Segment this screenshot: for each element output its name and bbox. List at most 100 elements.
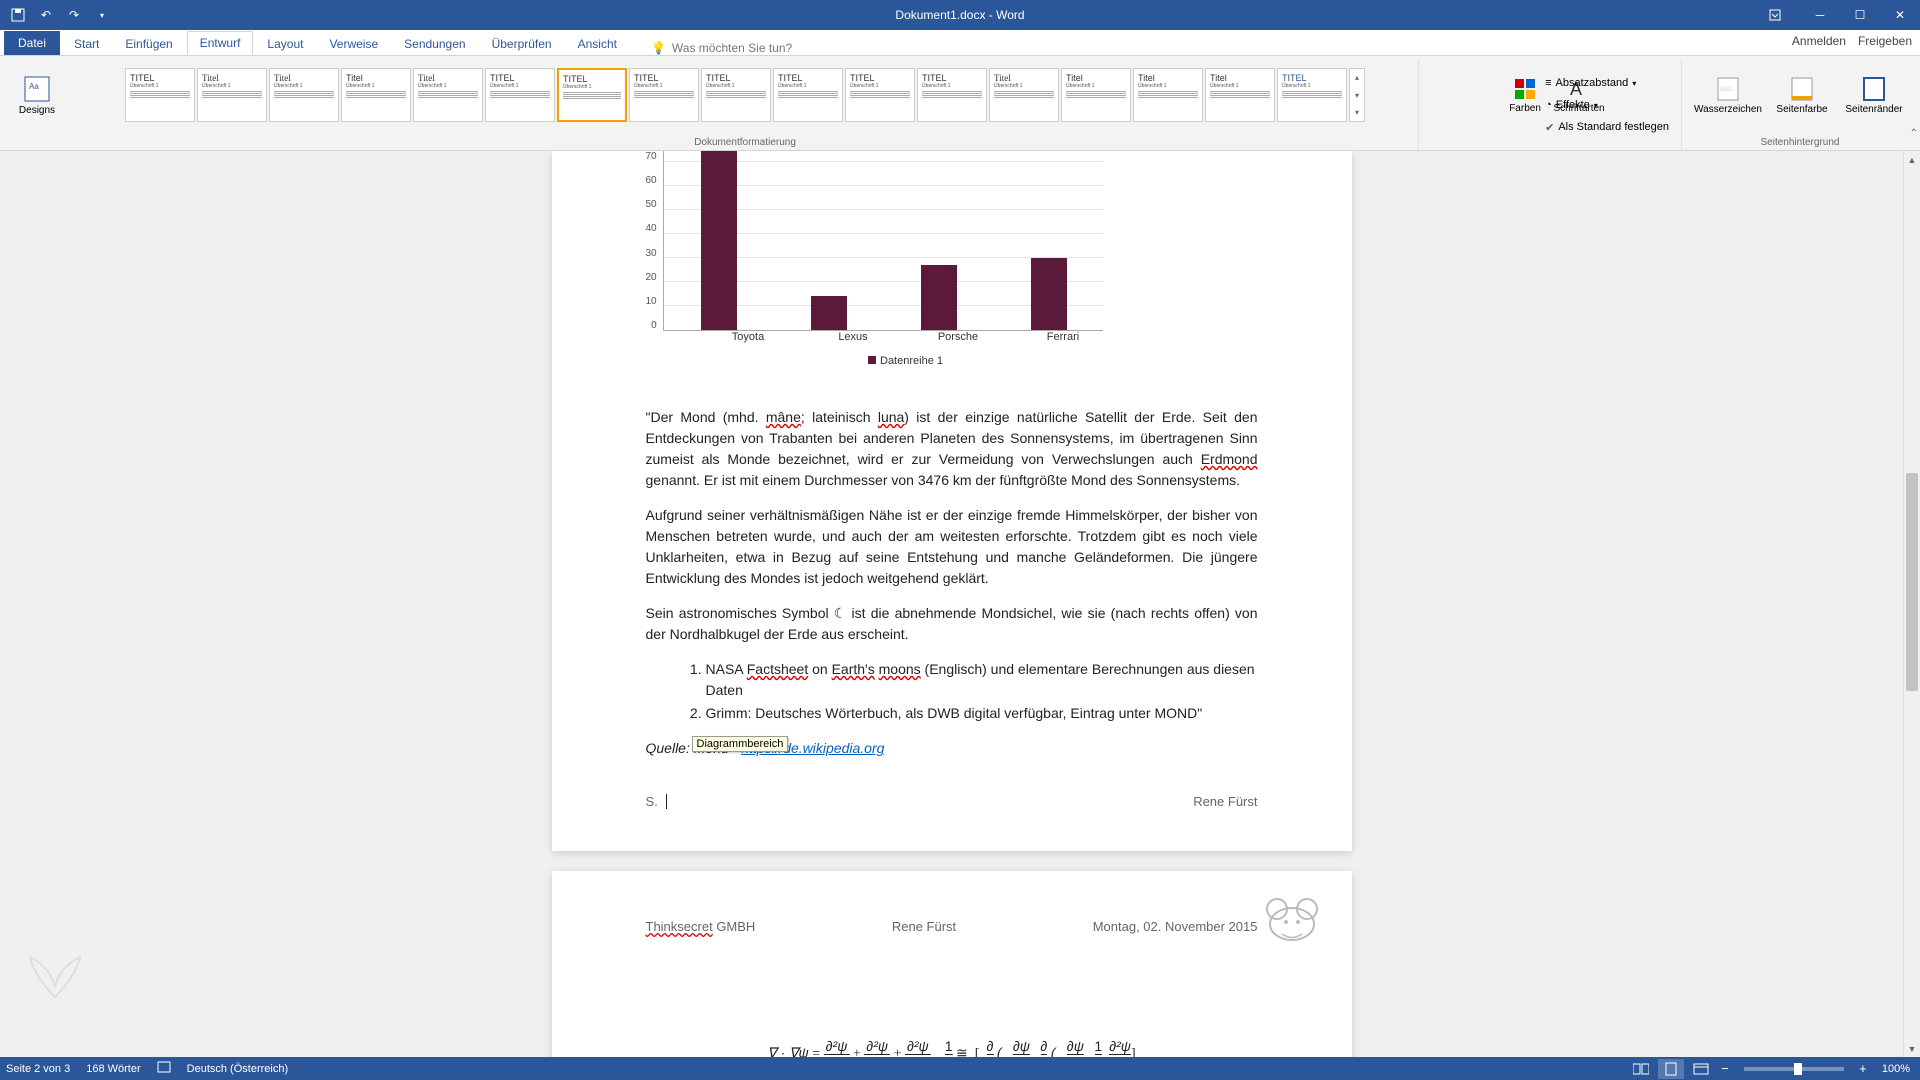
equation[interactable]: ∇ · ∇ψ = ∂²ψ∂x² + ∂²ψ∂y² + ∂²ψ∂z² 1 ≅ [ … [767,1038,1135,1057]
scroll-up-button[interactable]: ▲ [1904,151,1920,168]
collapse-ribbon-icon[interactable]: ⌃ [1910,128,1918,139]
theme-thumb[interactable]: TITELÜberschrift 1 [917,68,987,122]
spell-error[interactable]: Factsheet [747,661,808,677]
signin-link[interactable]: Anmelden [1792,34,1846,48]
spell-error[interactable]: moons [879,661,921,677]
tab-file[interactable]: Datei [4,31,60,55]
theme-thumb[interactable]: TitelÜberschrift 1 [1133,68,1203,122]
chart-bar[interactable] [701,151,737,330]
page-borders-button[interactable]: Seitenränder [1840,60,1908,130]
theme-thumb[interactable]: TitelÜberschrift 1 [269,68,339,122]
themes-gallery[interactable]: TITELÜberschrift 1TitelÜberschrift 1Tite… [125,60,1365,130]
tab-view[interactable]: Ansicht [566,33,629,55]
close-button[interactable]: ✕ [1880,0,1920,30]
set-default-button[interactable]: ✔Als Standard festlegen [1539,116,1675,138]
paragraph-2[interactable]: Aufgrund seiner verhältnismäßigen Nähe i… [646,505,1258,589]
minimize-button[interactable]: ─ [1800,0,1840,30]
designs-button[interactable]: Aa Designs [12,60,62,130]
maximize-button[interactable]: ☐ [1840,0,1880,30]
paragraph-spacing-button[interactable]: ≡Absatzabstand ▾ [1539,72,1675,94]
status-word-count[interactable]: 168 Wörter [86,1063,140,1075]
redo-icon[interactable]: ↷ [62,4,86,26]
text: genannt. Er ist mit einem Durchmesser vo… [646,472,1241,488]
spell-error[interactable]: Erdmond [1201,451,1258,467]
paragraph-1[interactable]: "Der Mond (mhd. mâne; lateinisch luna) i… [646,407,1258,491]
vertical-scrollbar[interactable]: ▲ ▼ [1903,151,1920,1057]
gallery-scroll[interactable]: ▴▾▾ [1349,68,1365,122]
check-icon: ✔ [1545,121,1554,134]
gallery-up-icon[interactable]: ▴ [1350,69,1364,86]
theme-thumb[interactable]: TITELÜberschrift 1 [629,68,699,122]
status-page[interactable]: Seite 2 von 3 [6,1063,70,1075]
tab-insert[interactable]: Einfügen [113,33,184,55]
chart-bar[interactable] [811,296,847,330]
theme-thumb[interactable]: TitelÜberschrift 1 [1061,68,1131,122]
effects-button[interactable]: ◔Effekte ▾ [1539,94,1675,116]
theme-thumb[interactable]: TITELÜberschrift 1 [845,68,915,122]
page-header[interactable]: Thinksecret GMBH Rene Fürst Montag, 02. … [646,919,1258,934]
tab-start[interactable]: Start [62,33,111,55]
page-1[interactable]: 706050403020100 ToyotaLexusPorscheFerrar… [552,151,1352,851]
share-button[interactable]: Freigeben [1858,34,1912,48]
theme-thumb[interactable]: TitelÜberschrift 1 [341,68,411,122]
proofing-icon[interactable] [157,1060,171,1077]
tell-me[interactable]: 💡 Was möchten Sie tun? [631,41,792,55]
scrollbar-track[interactable] [1904,168,1920,1040]
tab-design[interactable]: Entwurf [187,31,254,55]
mouse-logo-image [1262,889,1322,944]
numbered-list[interactable]: NASA Factsheet on Earth's moons (Englisc… [706,659,1258,724]
tab-layout[interactable]: Layout [255,33,315,55]
theme-thumb[interactable]: TitelÜberschrift 1 [989,68,1059,122]
page-2[interactable]: Thinksecret GMBH Rene Fürst Montag, 02. … [552,871,1352,1057]
svg-text:Aa: Aa [29,82,39,91]
list-item[interactable]: Grimm: Deutsches Wörterbuch, als DWB dig… [706,703,1258,724]
chart-bar[interactable] [921,265,957,330]
ribbon-display-options [1760,0,1790,30]
qat-customize-icon[interactable]: ▾ [90,4,114,26]
zoom-in-button[interactable]: + [1856,1061,1870,1076]
tab-mailings[interactable]: Sendungen [392,33,477,55]
theme-thumb[interactable]: TITELÜberschrift 1 [485,68,555,122]
paragraph-3[interactable]: Sein astronomisches Symbol ☾ ist die abn… [646,603,1258,645]
undo-icon[interactable]: ↶ [34,4,58,26]
group-colors-fonts: Farben A Schriftarten ≡Absatzabstand ▾ ◔… [1423,60,1682,150]
zoom-slider-thumb[interactable] [1794,1063,1802,1075]
print-layout-icon[interactable] [1658,1059,1684,1079]
theme-thumb[interactable]: TITELÜberschrift 1 [125,68,195,122]
status-language[interactable]: Deutsch (Österreich) [187,1063,288,1075]
save-icon[interactable] [6,4,30,26]
page-color-button[interactable]: Seitenfarbe [1768,60,1836,130]
spell-error[interactable]: luna [878,409,904,425]
theme-thumb[interactable]: TITELÜberschrift 1 [557,68,627,122]
theme-thumb[interactable]: TITELÜberschrift 1 [1277,68,1347,122]
chart[interactable]: 706050403020100 ToyotaLexusPorscheFerrar… [646,151,1116,367]
ribbon-options-icon[interactable] [1760,0,1790,30]
spell-error[interactable]: Earth's [832,661,875,677]
tab-references[interactable]: Verweise [317,33,390,55]
tab-review[interactable]: Überprüfen [480,33,564,55]
theme-thumb[interactable]: TitelÜberschrift 1 [413,68,483,122]
svg-text:ABC: ABC [1720,87,1733,93]
scroll-down-button[interactable]: ▼ [1904,1040,1920,1057]
theme-thumb[interactable]: TITELÜberschrift 1 [701,68,771,122]
footer-author: Rene Fürst [1193,794,1257,809]
scrollbar-thumb[interactable] [1906,473,1918,691]
theme-thumb[interactable]: TitelÜberschrift 1 [197,68,267,122]
spell-error[interactable]: Thinksecret [646,919,713,934]
spell-error[interactable]: mâne [766,409,801,425]
theme-thumb[interactable]: TITELÜberschrift 1 [773,68,843,122]
designs-label: Designs [19,105,55,116]
gallery-more-icon[interactable]: ▾ [1350,104,1364,121]
zoom-slider[interactable] [1744,1067,1844,1071]
gallery-down-icon[interactable]: ▾ [1350,87,1364,104]
zoom-out-button[interactable]: − [1718,1061,1732,1076]
document-body[interactable]: "Der Mond (mhd. mâne; lateinisch luna) i… [646,407,1258,773]
chart-bar[interactable] [1031,258,1067,330]
zoom-level[interactable]: 100% [1882,1063,1910,1075]
read-mode-icon[interactable] [1628,1059,1654,1079]
list-item[interactable]: NASA Factsheet on Earth's moons (Englisc… [706,659,1258,701]
web-layout-icon[interactable] [1688,1059,1714,1079]
theme-thumb[interactable]: TitelÜberschrift 1 [1205,68,1275,122]
page-footer[interactable]: S. Rene Fürst [646,794,1258,809]
watermark-button[interactable]: ABC Wasserzeichen [1692,60,1764,130]
